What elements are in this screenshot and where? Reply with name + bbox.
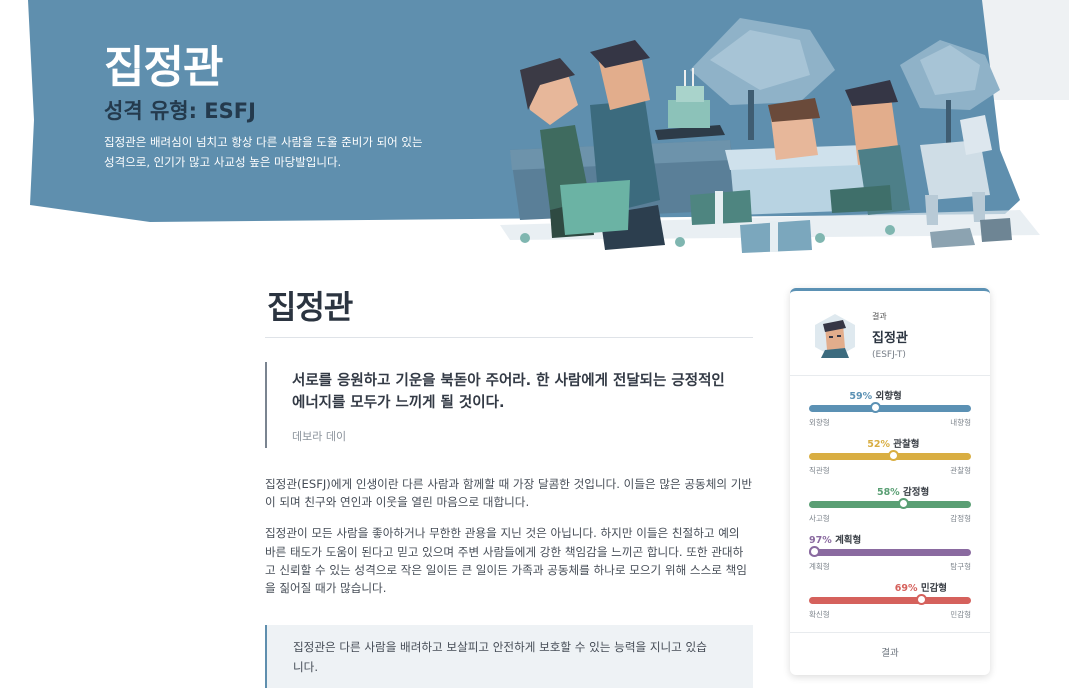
result-footer-link[interactable]: 결과 xyxy=(790,632,990,675)
result-type-name: 집정관 xyxy=(872,331,908,346)
hero-subtitle: 성격 유형: ESFJ xyxy=(104,99,256,123)
trait-percent: 97% 계획형 xyxy=(809,532,861,546)
trait-left-label: 사고형 xyxy=(809,514,830,523)
trait-percent-value: 59% xyxy=(849,391,873,402)
family-party-illustration xyxy=(500,18,1040,253)
hero-title: 집정관 xyxy=(104,42,223,93)
trait-right-label: 탐구형 xyxy=(950,562,971,571)
main-content: 집정관 서로를 응원하고 기운을 북돋아 주어라. 한 사람에게 전달되는 긍정… xyxy=(265,284,753,689)
trait-ends: 계획형 탐구형 xyxy=(809,561,971,572)
trait-left-label: 계획형 xyxy=(809,562,830,571)
trait-percent-value: 97% xyxy=(809,535,832,546)
quote-text: 서로를 응원하고 기운을 북돋아 주어라. 한 사람에게 전달되는 긍정적인 에… xyxy=(292,373,725,411)
trait-list: 59% 외향형 외향형 내향형 52% 관찰형 직관형 관찰형 58% 감정형 사고… xyxy=(808,388,971,628)
trait-ends: 확신형 민감형 xyxy=(809,609,971,620)
result-card-header[interactable]: 결과 집정관 (ESFJ-T) xyxy=(790,291,990,376)
trait-marker xyxy=(897,498,909,509)
trait-percent: 59% 외향형 xyxy=(849,388,901,402)
trait-right-label: 내향형 xyxy=(950,418,971,427)
trait-bar xyxy=(809,501,971,508)
trait-percent-label: 외향형 xyxy=(875,391,902,402)
trait-ends: 외향형 내향형 xyxy=(809,417,971,428)
trait-left-label: 직관형 xyxy=(809,466,830,475)
paragraph: 집정관이 모든 사람을 좋아하거나 무한한 관용을 지닌 것은 아닙니다. 하지… xyxy=(265,526,747,596)
page-title: 집정관 xyxy=(267,288,353,326)
trait-percent-value: 69% xyxy=(894,583,918,594)
paragraph: 집정관(ESFJ)에게 인생이란 다른 사람과 함께할 때 가장 달콤한 것입니… xyxy=(265,477,753,510)
hero-description: 집정관은 배려심이 넘치고 항상 다른 사람을 도울 준비가 되어 있는 성격으… xyxy=(104,135,423,169)
trait-left-label: 확신형 xyxy=(809,610,830,619)
result-label: 결과 xyxy=(872,312,887,321)
trait-marker xyxy=(808,546,820,557)
trait-row: 59% 외향형 외향형 내향형 xyxy=(809,388,971,436)
trait-right-label: 감정형 xyxy=(950,514,971,523)
trait-percent-label: 감정형 xyxy=(903,487,930,498)
hero-banner: 집정관 성격 유형: ESFJ 집정관은 배려심이 넘치고 항상 다른 사람을 … xyxy=(0,0,1069,262)
trait-right-label: 민감형 xyxy=(950,610,971,619)
trait-percent-value: 52% xyxy=(867,439,890,450)
trait-row: 52% 관찰형 직관형 관찰형 xyxy=(809,436,971,484)
trait-ends: 직관형 관찰형 xyxy=(809,465,971,476)
trait-bar xyxy=(809,597,971,604)
trait-row: 58% 감정형 사고형 감정형 xyxy=(809,484,971,532)
trait-percent-label: 계획형 xyxy=(835,535,862,546)
trait-bar xyxy=(809,405,971,412)
avatar xyxy=(815,314,855,358)
trait-ends: 사고형 감정형 xyxy=(809,513,971,524)
trait-row: 69% 민감형 확신형 민감형 xyxy=(809,580,971,628)
trait-bar xyxy=(809,549,971,556)
hero-text-block: 집정관 성격 유형: ESFJ 집정관은 배려심이 넘치고 항상 다른 사람을 … xyxy=(104,42,434,172)
title-divider xyxy=(265,337,753,338)
trait-marker xyxy=(915,594,927,605)
quote-author: 데보라 데이 xyxy=(292,430,347,443)
trait-percent-label: 민감형 xyxy=(920,583,948,594)
trait-percent: 52% 관찰형 xyxy=(867,436,919,450)
trait-right-label: 관찰형 xyxy=(950,466,971,475)
result-card: 결과 집정관 (ESFJ-T) 59% 외향형 외향형 내향형 52% 관찰형 직… xyxy=(790,288,990,675)
result-type-code: (ESFJ-T) xyxy=(872,350,906,360)
callout-box: 집정관은 다른 사람을 배려하고 보살피고 안전하게 보호할 수 있는 능력을 … xyxy=(265,625,753,689)
trait-percent-value: 58% xyxy=(876,487,900,498)
quote-block: 서로를 응원하고 기운을 북돋아 주어라. 한 사람에게 전달되는 긍정적인 에… xyxy=(265,362,753,448)
trait-percent-label: 관찰형 xyxy=(893,439,920,450)
trait-percent: 69% 민감형 xyxy=(895,580,947,594)
trait-percent: 58% 감정형 xyxy=(877,484,929,498)
trait-row: 97% 계획형 계획형 탐구형 xyxy=(808,532,971,580)
trait-left-label: 외향형 xyxy=(809,418,830,427)
